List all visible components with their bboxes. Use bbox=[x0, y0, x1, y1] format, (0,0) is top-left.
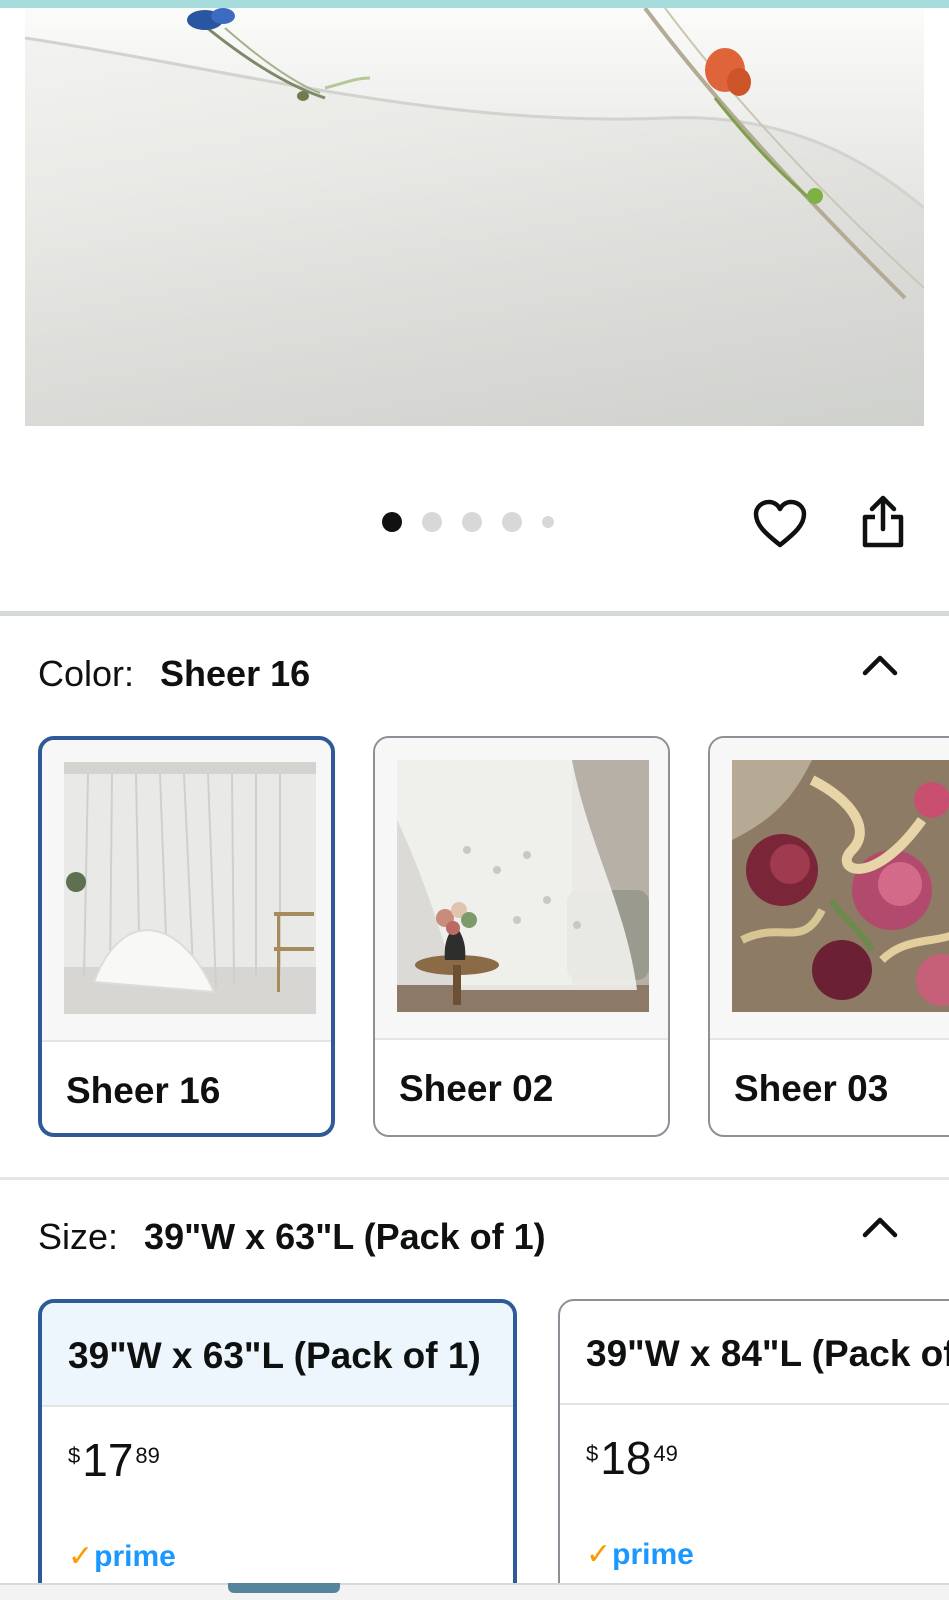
share-icon bbox=[862, 495, 904, 548]
image-carousel-indicator[interactable] bbox=[382, 512, 554, 532]
prime-check-icon: ✓ bbox=[68, 1540, 94, 1573]
swatch-image-sheer-16 bbox=[64, 762, 316, 1014]
color-option-sheer-03[interactable]: Sheer 03 bbox=[708, 736, 949, 1137]
size-header: Size: 39"W x 63"L (Pack of 1) bbox=[38, 1216, 546, 1258]
size-selected-value: 39"W x 63"L (Pack of 1) bbox=[144, 1216, 546, 1257]
section-divider bbox=[0, 611, 949, 616]
color-label: Color: bbox=[38, 653, 135, 694]
product-image[interactable] bbox=[25, 8, 924, 426]
size-option-price: $ 17 89 bbox=[68, 1437, 160, 1483]
size-collapse-button[interactable] bbox=[860, 1207, 900, 1247]
carousel-dot[interactable] bbox=[422, 512, 442, 532]
size-label: Size: bbox=[38, 1216, 119, 1257]
carousel-dot-active[interactable] bbox=[382, 512, 402, 532]
color-collapse-button[interactable] bbox=[860, 645, 900, 685]
section-divider bbox=[0, 1177, 949, 1180]
size-option-price: $ 18 49 bbox=[586, 1435, 678, 1481]
bottom-sheet-handle[interactable] bbox=[228, 1583, 340, 1593]
favorite-button[interactable] bbox=[752, 496, 808, 552]
swatch-label: Sheer 16 bbox=[66, 1070, 221, 1111]
price-currency: $ bbox=[68, 1443, 81, 1468]
size-option-39x63[interactable]: 39"W x 63"L (Pack of 1) $ 17 89 ✓ prime bbox=[38, 1299, 517, 1600]
size-option-label: 39"W x 84"L (Pack of 1) bbox=[586, 1333, 949, 1374]
swatch-image-sheer-02 bbox=[397, 760, 649, 1012]
curtain-illustration bbox=[25, 8, 924, 300]
prime-label: prime bbox=[612, 1537, 694, 1571]
bottom-bar bbox=[0, 1583, 949, 1600]
color-selected-value: Sheer 16 bbox=[160, 653, 311, 694]
chevron-up-icon bbox=[862, 1217, 898, 1238]
price-whole: 17 bbox=[82, 1434, 134, 1486]
prime-check-icon: ✓ bbox=[586, 1538, 612, 1571]
price-fraction: 49 bbox=[653, 1441, 678, 1466]
top-strip bbox=[0, 0, 949, 8]
prime-label: prime bbox=[94, 1539, 176, 1573]
size-option-39x84[interactable]: 39"W x 84"L (Pack of 1) $ 18 49 ✓ prime bbox=[558, 1299, 949, 1600]
price-whole: 18 bbox=[600, 1432, 652, 1484]
size-option-label: 39"W x 63"L (Pack of 1) bbox=[68, 1335, 481, 1376]
swatch-label: Sheer 02 bbox=[399, 1068, 554, 1109]
color-option-sheer-02[interactable]: Sheer 02 bbox=[373, 736, 670, 1137]
heart-icon bbox=[753, 499, 807, 548]
share-button[interactable] bbox=[855, 494, 911, 550]
prime-badge: ✓ prime bbox=[586, 1537, 694, 1572]
chevron-up-icon bbox=[862, 655, 898, 676]
swatch-image-sheer-03 bbox=[732, 760, 949, 1012]
price-currency: $ bbox=[586, 1441, 599, 1466]
carousel-dot[interactable] bbox=[462, 512, 482, 532]
price-fraction: 89 bbox=[135, 1443, 160, 1468]
carousel-dot[interactable] bbox=[502, 512, 522, 532]
carousel-dot[interactable] bbox=[542, 516, 554, 528]
prime-badge: ✓ prime bbox=[68, 1539, 176, 1574]
color-option-sheer-16[interactable]: Sheer 16 bbox=[38, 736, 335, 1137]
swatch-label: Sheer 03 bbox=[734, 1068, 889, 1109]
color-header: Color: Sheer 16 bbox=[38, 653, 310, 695]
